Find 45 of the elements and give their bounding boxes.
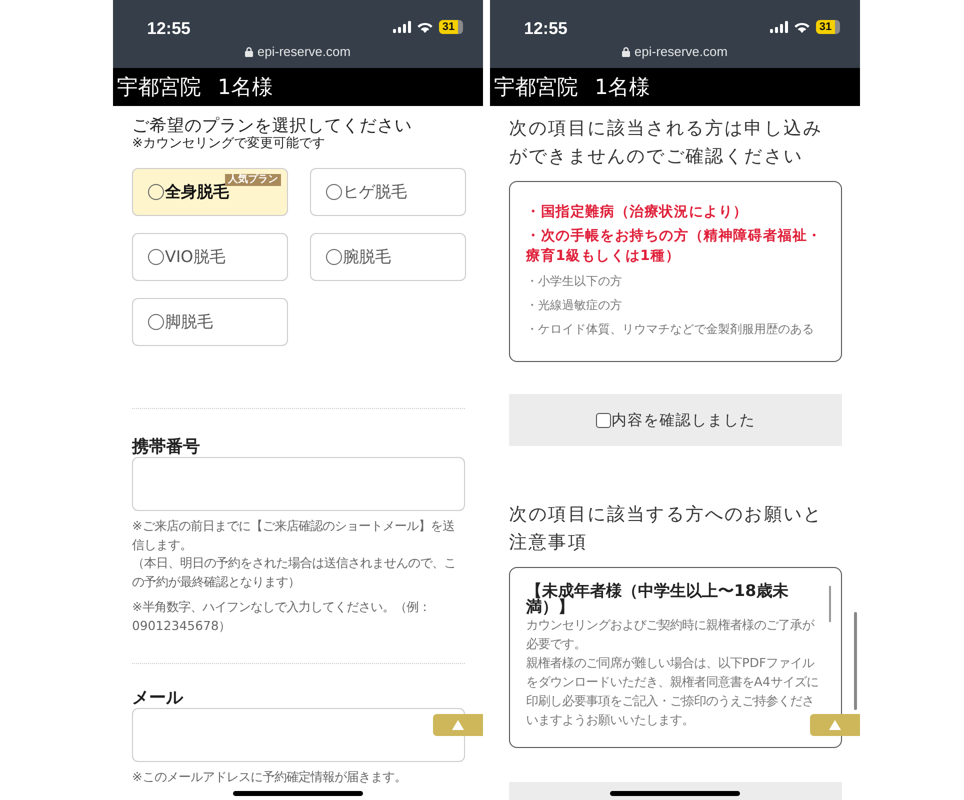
field-note: ※半角数字、ハイフンなしで入力してください。（例：09012345678） [132,598,432,635]
notice-item: ・国指定難病（治療状況により） [526,202,749,222]
section-heading: 次の項目に該当される方は申し込みができませんのでご確認ください [509,117,824,169]
notice-item: 親権者様のご同席が難しい場合は、以下PDFファイルをダウンロードいただき、親権者同意書をA4サイズに印刷し必要事項をご記入・ご捺印のうえご持参くださいますようお願いいたします。 [526,654,820,729]
signal-icon [393,21,411,33]
lock-icon [622,46,630,56]
plan-option[interactable]: VIO脱毛 [132,233,288,281]
field-note: ※ご来店の前日までに【ご来店確認のショートメール】を送信します。 [132,517,456,554]
scroll-top-button[interactable] [810,714,860,736]
address-bar-url[interactable]: epi-reserve.com [634,44,728,59]
field-label: 携帯番号 [132,437,201,457]
page-header: 宇都宮院 1名様 [113,68,483,106]
notice-item: ・光線過敏症の方 [526,297,623,313]
address-bar-url[interactable]: epi-reserve.com [257,44,351,59]
popular-badge: 人気プラン [225,174,281,186]
notice-item: ・ケロイド体質、リウマチなどで金製剤服用歴のある [526,321,815,337]
battery-indicator: 31 [816,20,840,34]
triangle-up-icon [829,720,841,730]
confirm-checkbox[interactable]: 内容を確認しました [596,410,756,430]
notice-item: カウンセリングおよびご契約時に親権者様のご了承が必要です。 [526,616,816,653]
battery-indicator: 31 [439,20,463,34]
lock-icon [245,46,254,56]
field-label: メール [132,688,184,708]
plan-option[interactable]: 腕脱毛 [310,233,466,281]
section-title: ご希望のプランを選択してください [132,116,413,136]
status-time: 12:55 [147,19,190,39]
section-note: ※カウンセリングで変更可能です [132,136,326,152]
scroll-top-button[interactable] [433,714,483,736]
field-note: ※このメールアドレスに予約確定情報が届きます。 [132,768,408,786]
wifi-icon [417,21,433,33]
scrollbar [829,586,831,622]
page-header: 宇都宮院 1名様 [490,68,860,106]
plan-option[interactable]: ヒゲ脱毛 [310,168,466,216]
status-time: 12:55 [524,19,568,39]
section-heading: 次の項目に該当する方へのお願いと注意事項 [509,503,824,555]
input-field[interactable] [132,457,465,511]
notice-item: ・次の手帳をお持ちの方（精神障碍者福祉・療育1級もしくは1種） [526,226,823,266]
plan-option[interactable]: 脚脱毛 [132,298,288,346]
triangle-up-icon [452,720,464,730]
wifi-icon [794,21,810,33]
field-note: （本日、明日の予約をされた場合は送信されませんので、この予約が最終確認となります） [132,554,457,592]
notice-item: ・小学生以下の方 [526,273,623,289]
signal-icon [770,21,788,33]
notice-title: 【未成年者様（中学生以上〜18歳未満）】 [526,583,790,615]
input-field[interactable] [132,708,465,762]
